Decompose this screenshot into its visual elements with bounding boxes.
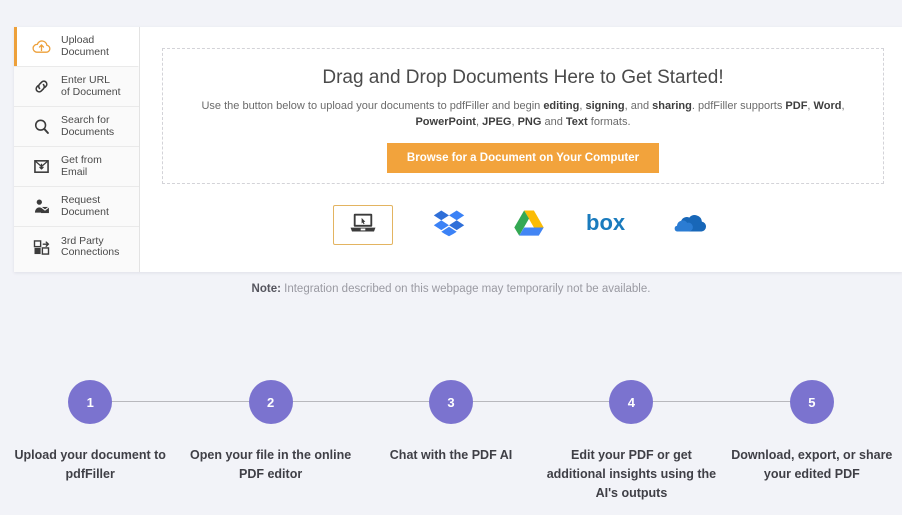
sidebar-item-third-party-connections[interactable]: 3rd Party Connections [14, 227, 139, 267]
step-number: 1 [68, 380, 113, 424]
upload-panel: Upload Document Enter URL of Document Se… [14, 27, 902, 272]
third-party-connections-icon [29, 235, 53, 259]
sidebar-item-search-documents[interactable]: Search for Documents [14, 107, 139, 147]
source-dropbox[interactable] [425, 206, 473, 244]
upload-source-icons: box [162, 205, 884, 245]
file-dropzone[interactable]: Drag and Drop Documents Here to Get Star… [162, 48, 884, 184]
onedrive-icon [671, 212, 707, 239]
request-document-icon [29, 195, 53, 219]
sidebar-item-label: Enter URL of Document [61, 74, 121, 98]
integration-note: Note: Integration described on this webp… [0, 283, 902, 295]
step-label: Edit your PDF or get additional insights… [546, 448, 717, 500]
browse-for-document-button[interactable]: Browse for a Document on Your Computer [386, 143, 660, 173]
step-item: 1 Upload your document to pdfFiller [0, 380, 271, 484]
sidebar-item-enter-url[interactable]: Enter URL of Document [14, 67, 139, 107]
step-item: 4 Edit your PDF or get additional insigh… [541, 380, 812, 503]
step-label: Open your file in the online PDF editor [190, 448, 352, 481]
source-box[interactable]: box [585, 206, 633, 244]
search-icon [29, 115, 53, 139]
note-label: Note: [251, 283, 281, 295]
source-onedrive[interactable] [665, 206, 713, 244]
step-item: 5 Download, export, or share your edited… [722, 380, 902, 484]
upload-source-sidebar: Upload Document Enter URL of Document Se… [14, 27, 140, 272]
sidebar-item-label: Request Document [61, 194, 109, 218]
step-number: 2 [248, 380, 293, 424]
sidebar-item-label: Search for Documents [61, 114, 115, 138]
step-connector [90, 401, 271, 402]
sidebar-item-upload-document[interactable]: Upload Document [14, 27, 139, 67]
note-text: Integration described on this webpage ma… [280, 283, 651, 295]
dropzone-title: Drag and Drop Documents Here to Get Star… [322, 67, 724, 88]
step-label: Upload your document to pdfFiller [14, 448, 166, 481]
step-label: Download, export, or share your edited P… [731, 448, 893, 481]
sidebar-item-label: 3rd Party Connections [61, 234, 120, 258]
sidebar-item-label: Get from Email [61, 154, 102, 178]
sidebar-item-request-document[interactable]: Request Document [14, 187, 139, 227]
step-item: 3 Chat with the PDF AI [361, 380, 632, 465]
sidebar-item-get-from-email[interactable]: Get from Email [14, 147, 139, 187]
sidebar-item-label: Upload Document [61, 34, 109, 58]
step-number: 4 [609, 380, 654, 424]
step-item: 2 Open your file in the online PDF edito… [180, 380, 452, 484]
google-drive-icon [514, 209, 544, 242]
how-it-works-steps: 1 Upload your document to pdfFiller 2 Op… [0, 380, 902, 503]
laptop-icon [348, 211, 378, 240]
step-connector [451, 401, 632, 402]
upload-cloud-icon [29, 35, 53, 59]
dropzone-subtitle: Use the button below to upload your docu… [201, 100, 845, 128]
step-connector [270, 401, 452, 402]
box-icon: box [586, 210, 632, 240]
source-my-computer[interactable] [333, 205, 393, 245]
step-label: Chat with the PDF AI [389, 448, 513, 462]
step-connector [631, 401, 812, 402]
source-google-drive[interactable] [505, 206, 553, 244]
step-number: 3 [429, 380, 474, 424]
email-download-icon [29, 155, 53, 179]
dropbox-icon [433, 208, 465, 243]
svg-text:box: box [586, 211, 626, 235]
link-icon [29, 75, 53, 99]
step-number: 5 [789, 380, 834, 424]
